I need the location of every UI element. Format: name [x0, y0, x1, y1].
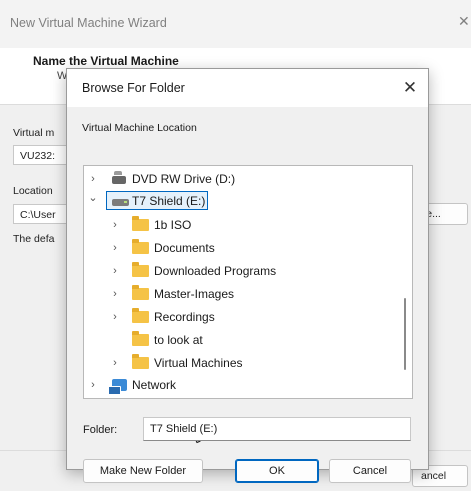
tree-item-label: Downloaded Programs — [154, 264, 277, 278]
folder-icon — [132, 285, 149, 300]
folder-field[interactable] — [143, 417, 411, 441]
tree-item-label: Virtual Machines — [154, 356, 243, 370]
tree-item-recordings[interactable]: › Recordings — [84, 306, 402, 328]
tree-item-virtual-machines[interactable]: › Virtual Machines — [84, 352, 402, 374]
folder-icon — [132, 354, 149, 369]
drive-icon — [112, 199, 129, 206]
tree-item-label: 1b ISO — [154, 218, 192, 232]
wizard-title: New Virtual Machine Wizard — [10, 16, 167, 30]
vm-name-label: Virtual m — [13, 127, 55, 139]
tree-item-documents[interactable]: › Documents — [84, 237, 402, 259]
ok-button[interactable]: OK — [235, 459, 319, 483]
chevron-right-icon[interactable]: › — [110, 237, 120, 259]
chevron-right-icon[interactable]: › — [110, 214, 120, 236]
chevron-right-icon[interactable]: › — [88, 374, 98, 396]
tree-item-label: Documents — [154, 241, 215, 255]
tree-item-label: DVD RW Drive (D:) — [132, 172, 236, 186]
tree-item-1b-iso[interactable]: › 1b ISO — [84, 214, 402, 236]
location-label: Location — [13, 185, 53, 197]
dialog-title: Browse For Folder — [82, 81, 185, 95]
browse-for-folder-dialog: Browse For Folder ✕ Virtual Machine Loca… — [66, 68, 429, 483]
wizard-close-icon[interactable]: ✕ — [458, 13, 470, 30]
tree-item-network[interactable]: › Network — [84, 374, 402, 396]
chevron-right-icon[interactable]: › — [110, 283, 120, 305]
tree-scrollbar[interactable] — [401, 170, 409, 392]
wizard-titlebar: New Virtual Machine Wizard ✕ — [0, 0, 471, 48]
folder-icon — [132, 331, 149, 346]
tree-item-label: Master-Images — [154, 287, 235, 301]
wizard-heading: Name the Virtual Machine — [33, 54, 179, 68]
dialog-description: Virtual Machine Location — [82, 122, 197, 134]
dvd-drive-icon — [112, 171, 126, 184]
make-new-folder-button[interactable]: Make New Folder — [83, 459, 203, 483]
tree-item-downloaded-programs[interactable]: › Downloaded Programs — [84, 260, 402, 282]
cancel-button[interactable]: Cancel — [329, 459, 411, 483]
folder-icon — [132, 239, 149, 254]
folder-icon — [132, 308, 149, 323]
scrollbar-thumb[interactable] — [404, 298, 406, 370]
tree-item-dvd-drive[interactable]: › DVD RW Drive (D:) — [84, 168, 402, 190]
tree-item-t7-shield[interactable]: ⌄ T7 Shield (E:) — [84, 190, 402, 212]
chevron-right-icon[interactable]: › — [110, 260, 120, 282]
default-location-text: The defa — [13, 233, 55, 245]
tree-item-label: to look at — [154, 333, 203, 347]
tree-item-label: T7 Shield (E:) — [132, 194, 206, 208]
folder-label: Folder: — [83, 424, 118, 436]
location-field[interactable]: C:\User — [13, 204, 73, 224]
folder-tree[interactable]: › DVD RW Drive (D:) ⌄ T7 Shield (E:) › 1… — [83, 165, 413, 399]
chevron-right-icon[interactable]: › — [110, 352, 120, 374]
chevron-down-icon[interactable]: ⌄ — [88, 187, 98, 209]
tree-item-label: Network — [132, 378, 177, 392]
chevron-right-icon[interactable]: › — [110, 306, 120, 328]
tree-item-to-look-at[interactable]: to look at — [84, 329, 402, 351]
folder-icon — [132, 262, 149, 277]
tree-item-label: Recordings — [154, 310, 215, 324]
network-icon — [108, 379, 127, 395]
tree-item-master-images[interactable]: › Master-Images — [84, 283, 402, 305]
close-icon[interactable]: ✕ — [399, 77, 421, 99]
folder-icon — [132, 216, 149, 231]
dialog-titlebar: Browse For Folder ✕ — [67, 69, 428, 107]
vm-name-field[interactable]: VU232: — [13, 145, 73, 165]
